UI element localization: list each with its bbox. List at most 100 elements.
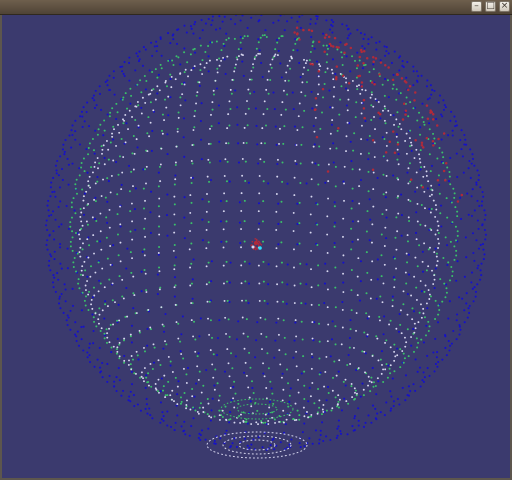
green-point (274, 418, 276, 420)
white-point (406, 253, 408, 255)
green-point (379, 296, 381, 298)
white-point (418, 153, 420, 155)
blue-point (452, 134, 454, 136)
blue-point (284, 29, 286, 31)
blue-point (471, 195, 473, 197)
close-button[interactable]: × (499, 1, 510, 12)
green-point (268, 93, 270, 95)
white-point (311, 286, 313, 288)
white-point (324, 371, 326, 373)
white-point (173, 232, 175, 234)
white-point (202, 411, 204, 413)
blue-point (128, 57, 130, 59)
white-point (223, 228, 225, 230)
green-point (93, 149, 95, 151)
blue-point (426, 85, 428, 87)
green-point (204, 51, 206, 53)
green-point (452, 270, 454, 272)
white-point (189, 230, 191, 232)
green-point (373, 68, 375, 70)
white-point (297, 379, 299, 381)
blue-point (192, 67, 194, 69)
blue-point (191, 28, 193, 30)
white-point (190, 69, 192, 71)
red-point (457, 200, 460, 203)
white-point (427, 265, 429, 267)
blue-point (402, 387, 404, 389)
green-point (159, 287, 161, 289)
white-point (83, 261, 85, 263)
green-point (282, 35, 284, 37)
blue-point (255, 339, 257, 341)
green-point (95, 200, 97, 202)
green-point (145, 289, 147, 291)
white-point (416, 238, 418, 240)
white-point (231, 79, 233, 81)
blue-point (146, 413, 148, 415)
blue-point (419, 168, 421, 170)
blue-point (212, 15, 214, 17)
blue-point (376, 298, 378, 300)
white-point (296, 129, 298, 131)
blue-point (199, 37, 201, 39)
blue-point (241, 61, 243, 63)
green-point (88, 244, 90, 246)
green-point (103, 119, 105, 121)
maximize-button[interactable]: □ (485, 1, 496, 12)
white-point (397, 149, 399, 151)
white-point (173, 268, 175, 270)
white-point (101, 268, 103, 270)
white-point (326, 270, 328, 272)
white-point (146, 166, 148, 168)
white-point (179, 73, 181, 75)
blue-point (296, 49, 298, 51)
white-point (85, 191, 87, 193)
white-point (382, 110, 384, 112)
white-point (79, 247, 81, 249)
blue-point (58, 298, 60, 300)
white-point (252, 63, 254, 65)
blue-point (472, 232, 474, 234)
green-point (186, 61, 188, 63)
blue-point (81, 116, 83, 118)
white-point (118, 319, 120, 321)
white-point (281, 377, 283, 379)
blue-point (422, 251, 424, 253)
blue-point (183, 47, 185, 49)
green-point (183, 51, 185, 53)
blue-point (377, 258, 379, 260)
white-point (354, 387, 356, 389)
render-viewport[interactable] (2, 15, 510, 478)
blue-point (419, 367, 421, 369)
blue-point (473, 300, 475, 302)
white-point (374, 141, 376, 143)
window-titlebar[interactable]: – □ × (0, 0, 512, 15)
blue-point (67, 267, 69, 269)
white-point (430, 212, 432, 214)
green-point (83, 158, 85, 160)
green-point (400, 92, 402, 94)
green-point (350, 248, 352, 250)
white-point (348, 99, 350, 101)
minimize-button[interactable]: – (471, 1, 482, 12)
green-point (72, 250, 74, 252)
blue-point (239, 222, 241, 224)
white-point (131, 239, 133, 241)
blue-point (308, 437, 310, 439)
white-point (94, 161, 96, 163)
white-point (385, 191, 387, 193)
blue-point (225, 430, 227, 432)
green-point (208, 221, 210, 223)
white-point (400, 309, 402, 311)
blue-point (286, 20, 288, 22)
white-point (158, 379, 160, 381)
white-point (79, 216, 81, 218)
green-point (140, 91, 142, 93)
blue-point (437, 321, 439, 323)
red-point (318, 70, 321, 73)
blue-point (404, 399, 406, 401)
blue-point (52, 274, 54, 276)
green-point (409, 130, 411, 132)
white-point (262, 362, 264, 364)
white-point (189, 285, 191, 287)
